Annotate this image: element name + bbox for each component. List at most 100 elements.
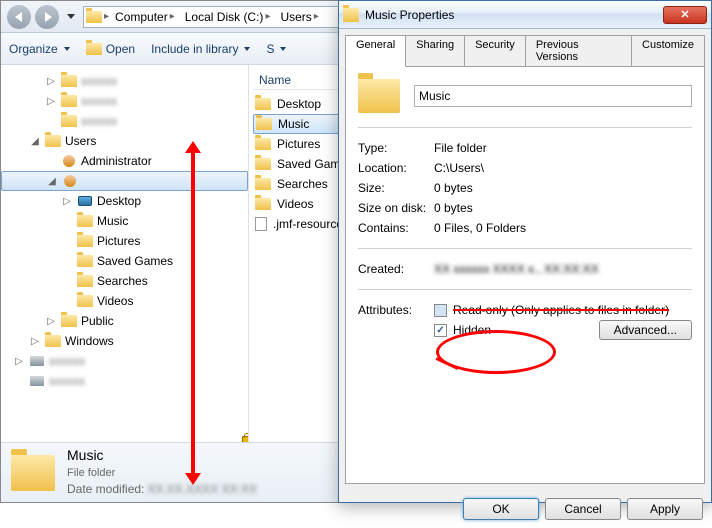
tree-item[interactable]: ▷ xxxxxx <box>1 351 248 371</box>
navigation-tree[interactable]: ▷ xxxxxx ▷ xxxxxx xxxxxx ◢Users Administrator ◢… <box>1 65 249 442</box>
property-label: Contains: <box>358 221 434 235</box>
tree-item[interactable]: ▷ Public <box>1 311 248 331</box>
folder-icon <box>61 95 77 107</box>
arrow-right-icon <box>45 12 52 22</box>
tree-item[interactable]: Saved Games <box>1 251 248 271</box>
file-name: Desktop <box>277 97 321 111</box>
expand-toggle[interactable]: ◢ <box>29 136 41 147</box>
file-name: Searches <box>277 177 328 191</box>
user-icon <box>64 175 76 187</box>
tree-item[interactable]: ▷Desktop <box>1 191 248 211</box>
property-value: 0 bytes <box>434 181 473 195</box>
tab-sharing[interactable]: Sharing <box>405 35 465 66</box>
open-button[interactable]: Open <box>86 42 135 56</box>
tree-item-label: Videos <box>97 294 133 308</box>
tree-item[interactable]: ▷ xxxxxx <box>1 71 248 91</box>
tab-general[interactable]: General <box>345 35 406 67</box>
apply-button[interactable]: Apply <box>627 498 703 520</box>
breadcrumb[interactable]: Local Disk (C:)▸ <box>181 10 275 24</box>
tree-item-label: Music <box>97 214 128 228</box>
expand-toggle[interactable]: ▷ <box>61 196 73 207</box>
organize-menu[interactable]: Organize <box>9 42 70 56</box>
tree-item[interactable]: Administrator <box>1 151 248 171</box>
arrow-left-icon <box>15 12 22 22</box>
desktop-icon <box>78 196 92 206</box>
expand-toggle[interactable]: ▷ <box>45 76 57 87</box>
annotation-arrow <box>191 151 195 475</box>
tree-item-label: xxxxxx <box>49 374 85 388</box>
expand-toggle[interactable]: ▷ <box>45 96 57 107</box>
property-label: Size: <box>358 181 434 195</box>
property-value: C:\Users\ <box>434 161 484 175</box>
tree-item-label: xxxxxx <box>81 74 117 88</box>
folder-icon <box>86 11 102 23</box>
folder-icon <box>61 75 77 87</box>
user-icon <box>63 155 75 167</box>
tab-previous-versions[interactable]: Previous Versions <box>525 35 632 66</box>
tree-item-label: Saved Games <box>97 254 173 268</box>
tree-item[interactable]: Videos <box>1 291 248 311</box>
folder-name-input[interactable] <box>414 85 692 107</box>
tree-item-label: Searches <box>97 274 148 288</box>
folder-icon <box>256 118 272 130</box>
expand-toggle[interactable]: ◢ <box>46 176 58 187</box>
folder-icon <box>255 158 271 170</box>
folder-icon <box>77 295 93 307</box>
tab-strip: GeneralSharingSecurityPrevious VersionsC… <box>339 29 711 66</box>
file-name: .jmf-resource <box>273 217 343 231</box>
folder-icon <box>255 138 271 150</box>
details-modified-value: XX.XX.XXXX XX:XX <box>147 482 256 496</box>
titlebar[interactable]: Music Properties ✕ <box>339 1 711 29</box>
expand-toggle[interactable]: ▷ <box>29 336 41 347</box>
folder-icon <box>358 79 400 113</box>
tree-item[interactable]: Searches <box>1 271 248 291</box>
forward-button[interactable] <box>35 5 59 29</box>
tree-item[interactable]: ◢Users <box>1 131 248 151</box>
disk-icon <box>30 376 44 386</box>
attributes-label: Attributes: <box>358 303 434 317</box>
folder-icon <box>61 115 77 127</box>
tree-item-label: xxxxxx <box>49 354 85 368</box>
dialog-button-row: OK Cancel Apply <box>339 490 711 528</box>
folder-icon <box>255 198 271 210</box>
tab-customize[interactable]: Customize <box>631 35 705 66</box>
property-value: 0 Files, 0 Folders <box>434 221 526 235</box>
expand-toggle[interactable]: ▷ <box>45 316 57 327</box>
readonly-checkbox[interactable] <box>434 304 447 317</box>
ok-button[interactable]: OK <box>463 498 539 520</box>
cancel-button[interactable]: Cancel <box>545 498 621 520</box>
tree-item[interactable]: Music <box>1 211 248 231</box>
hidden-checkbox[interactable] <box>434 324 447 337</box>
history-dropdown[interactable] <box>67 14 75 19</box>
tree-item[interactable]: ▷ Windows <box>1 331 248 351</box>
tab-security[interactable]: Security <box>464 35 526 66</box>
file-name: Pictures <box>277 137 320 151</box>
tree-item-label: Administrator <box>81 154 152 168</box>
folder-icon <box>77 235 93 247</box>
tree-item-label: xxxxxx <box>81 114 117 128</box>
folder-icon <box>11 455 55 491</box>
property-label: Location: <box>358 161 434 175</box>
tree-item-label: Public <box>81 314 114 328</box>
property-value: File folder <box>434 141 487 155</box>
tree-item[interactable]: xxxxxx <box>1 111 248 131</box>
tree-item[interactable]: xxxxxx <box>1 371 248 391</box>
tree-item[interactable]: ▷xxxxxx <box>1 91 248 111</box>
tree-item[interactable]: Pictures <box>1 231 248 251</box>
breadcrumb[interactable]: Users▸ <box>276 10 322 24</box>
dialog-title: Music Properties <box>365 8 657 22</box>
disk-icon <box>30 356 44 366</box>
breadcrumb[interactable]: Computer▸ <box>111 10 179 24</box>
share-menu[interactable]: S <box>266 42 286 56</box>
include-library-menu[interactable]: Include in library <box>151 42 250 56</box>
tree-item-label: Windows <box>65 334 114 348</box>
back-button[interactable] <box>7 5 31 29</box>
folder-icon <box>45 135 61 147</box>
details-modified-label: Date modified: <box>67 482 144 496</box>
close-button[interactable]: ✕ <box>663 6 707 24</box>
advanced-button[interactable]: Advanced... <box>599 320 692 340</box>
expand-toggle[interactable]: ▷ <box>13 356 25 367</box>
document-icon <box>255 217 267 231</box>
tree-item[interactable]: ◢ <box>1 171 248 191</box>
lock-icon <box>242 436 249 442</box>
